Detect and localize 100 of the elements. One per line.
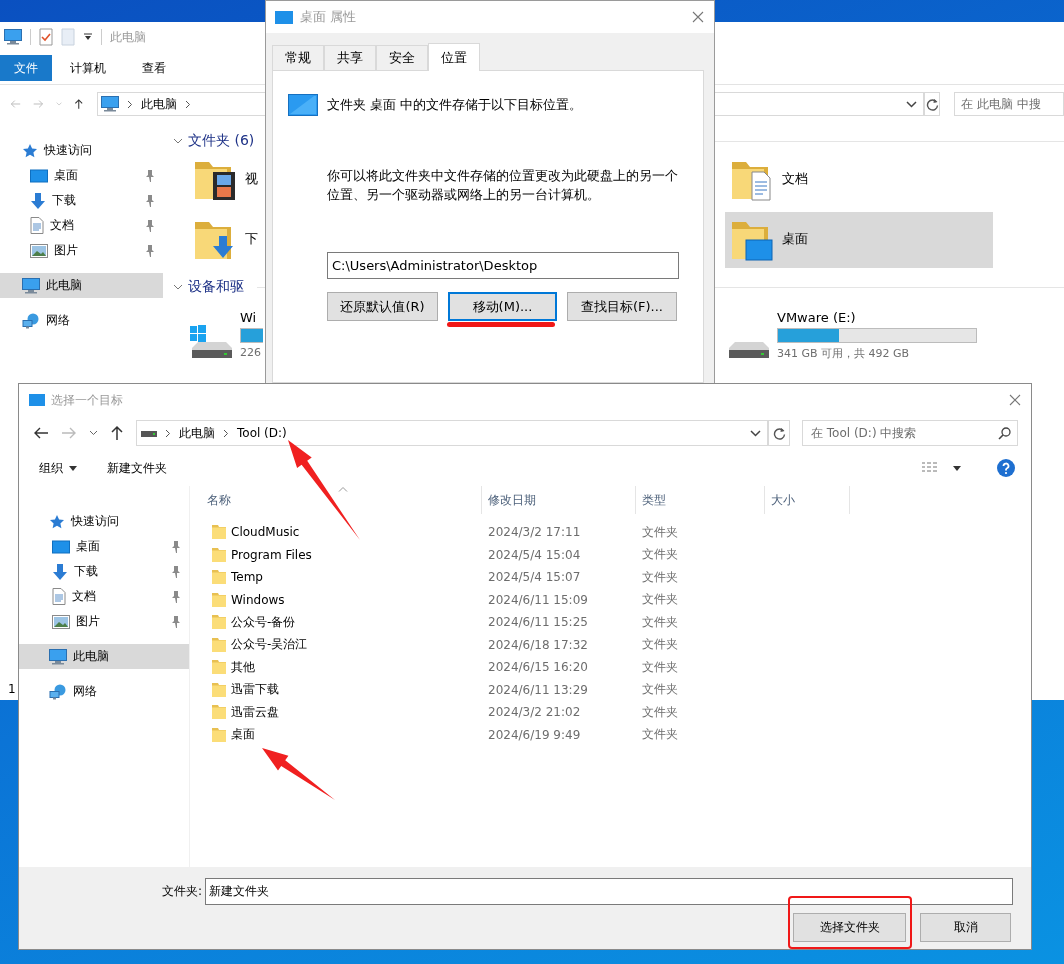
image-icon (30, 243, 48, 258)
window-title: 此电脑 (110, 28, 146, 46)
ribbon-tab[interactable]: 计算机 (52, 55, 124, 81)
search-field[interactable]: 在 Tool (D:) 中搜索 (802, 420, 1018, 446)
nav-item[interactable]: 快速访问 (0, 138, 163, 163)
folder-name-field[interactable]: 新建文件夹 (205, 878, 1013, 905)
file-name[interactable]: Temp (231, 570, 263, 585)
file-type: 文件夹 (642, 568, 678, 586)
drive-name[interactable]: Wi (240, 310, 263, 325)
file-name[interactable]: Program Files (231, 547, 312, 562)
folder-name: 文档 (782, 170, 808, 188)
file-name[interactable]: CloudMusic (231, 525, 300, 540)
nav-item[interactable]: 下载 (0, 188, 163, 213)
column-header[interactable]: 修改日期 (482, 486, 636, 514)
group-title[interactable]: 文件夹 (6) (188, 132, 255, 150)
nav-item[interactable]: 桌面 (19, 534, 189, 559)
folder-icon (211, 681, 227, 698)
location-heading: 文件夹 桌面 中的文件存储于以下目标位置。 (327, 96, 583, 114)
file-name[interactable]: 迅雷下载 (231, 681, 279, 699)
up-arrow-icon[interactable] (110, 425, 124, 441)
folder-tile[interactable]: 文档 (725, 152, 993, 208)
nav-item[interactable]: 桌面 (0, 163, 163, 188)
tab[interactable]: 安全 (376, 45, 428, 70)
up-arrow-icon[interactable] (73, 96, 84, 112)
ribbon-tab[interactable]: 文件 (0, 55, 52, 81)
nav-item[interactable]: 图片 (19, 609, 189, 634)
chevron-icon[interactable] (173, 136, 183, 146)
image-icon (52, 614, 70, 629)
file-type: 文件夹 (642, 658, 678, 676)
nav-item[interactable]: 文档 (0, 213, 163, 238)
nav-item[interactable]: 下载 (19, 559, 189, 584)
back-icon[interactable] (33, 426, 49, 440)
folder-icon (211, 659, 227, 676)
chevron-icon[interactable] (173, 282, 183, 292)
tab[interactable]: 共享 (324, 45, 376, 70)
column-header[interactable]: 类型 (636, 486, 765, 514)
folder-tile[interactable]: 视 (188, 152, 263, 208)
breadcrumb-item[interactable]: 此电脑 (141, 95, 178, 113)
nav-item[interactable]: 此电脑 (19, 644, 189, 669)
checklist-icon[interactable] (39, 28, 53, 46)
star-icon (22, 142, 38, 159)
drive-name[interactable]: VMware (E:) (777, 310, 977, 325)
dialog-button[interactable]: 移动(M)... (448, 292, 557, 321)
tab[interactable]: 位置 (428, 43, 480, 71)
file-name[interactable]: Windows (231, 592, 285, 607)
group-title[interactable]: 设备和驱 (188, 278, 244, 296)
nav-item[interactable]: 图片 (0, 238, 163, 263)
folder-name: 视 (245, 170, 258, 188)
nav-item[interactable]: 文档 (19, 584, 189, 609)
chevron-right-icon (165, 428, 171, 438)
modified-date: 2024/5/4 15:04 (488, 547, 581, 562)
folder-tile[interactable]: 下 (188, 212, 263, 268)
chevron-down-icon[interactable] (89, 430, 98, 436)
nav-item[interactable]: 快速访问 (19, 509, 189, 534)
toolbar-button[interactable]: 组织 (31, 455, 85, 481)
dialog-button[interactable]: 取消 (920, 913, 1011, 942)
nav-item[interactable]: 网络 (0, 308, 163, 333)
file-type: 文件夹 (642, 591, 678, 609)
breadcrumb-item[interactable]: 此电脑 (179, 424, 215, 442)
refresh-button[interactable] (924, 92, 940, 116)
modified-date: 2024/6/19 9:49 (488, 727, 581, 742)
tab[interactable]: 常规 (272, 45, 324, 70)
folder-icon (211, 704, 227, 721)
folder-icon (211, 591, 227, 608)
file-type: 文件夹 (642, 636, 678, 654)
close-icon[interactable] (1009, 394, 1021, 406)
path-field[interactable]: C:\Users\Administrator\Desktop (327, 252, 679, 279)
file-type: 文件夹 (642, 613, 678, 631)
dialog-button[interactable]: 还原默认值(R) (327, 292, 438, 321)
chevron-down-icon[interactable] (750, 429, 761, 437)
file-name[interactable]: 其他 (231, 658, 255, 676)
breadcrumb-item[interactable]: Tool (D:) (237, 426, 287, 440)
file-name[interactable]: 公众号-备份 (231, 613, 296, 631)
address-bar[interactable]: 此电脑 Tool (D:) (136, 420, 768, 446)
modified-date: 2024/6/15 16:20 (488, 660, 588, 675)
file-name[interactable]: 桌面 (231, 726, 255, 744)
close-icon[interactable] (692, 11, 704, 23)
folder-tile[interactable]: 桌面 (725, 212, 993, 268)
file-type: 文件夹 (642, 546, 678, 564)
chevron-down-icon[interactable] (906, 100, 918, 108)
file-type: 文件夹 (642, 523, 678, 541)
refresh-button[interactable] (768, 420, 790, 446)
refresh-icon (925, 97, 939, 111)
file-type: 文件夹 (642, 681, 678, 699)
dialog-button[interactable]: 选择文件夹 (793, 913, 906, 942)
caret-icon[interactable] (953, 465, 961, 471)
nav-item[interactable]: 此电脑 (0, 273, 163, 298)
search-field[interactable]: 在 此电脑 中搜 (954, 92, 1064, 116)
file-name[interactable]: 公众号-吴治江 (231, 636, 308, 654)
file-name[interactable]: 迅雷云盘 (231, 703, 279, 721)
toolbar-button[interactable]: 新建文件夹 (99, 455, 175, 481)
dialog-button[interactable]: 查找目标(F)... (567, 292, 677, 321)
chevron-right-icon (185, 99, 192, 109)
dialog-title: 桌面 属性 (300, 8, 357, 26)
ribbon-tab[interactable]: 查看 (124, 55, 184, 81)
help-icon[interactable] (997, 459, 1015, 477)
column-header[interactable]: 大小 (765, 486, 850, 514)
computer-icon[interactable] (4, 29, 22, 45)
customize-icon[interactable] (83, 32, 93, 42)
nav-item[interactable]: 网络 (19, 679, 189, 704)
